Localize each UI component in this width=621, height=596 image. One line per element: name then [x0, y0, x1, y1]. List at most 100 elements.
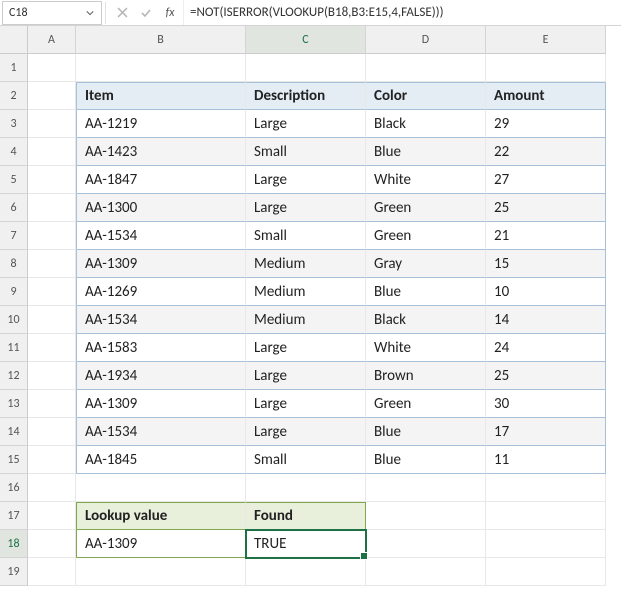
column-header[interactable]: C — [246, 26, 366, 54]
row-header[interactable]: 12 — [0, 362, 28, 390]
row-header[interactable]: 11 — [0, 334, 28, 362]
table-cell[interactable]: Gray — [366, 250, 486, 278]
cell[interactable] — [28, 530, 76, 558]
table-cell[interactable]: Green — [366, 222, 486, 250]
cell[interactable] — [28, 390, 76, 418]
column-header[interactable]: E — [486, 26, 606, 54]
table-cell[interactable]: Blue — [366, 446, 486, 474]
cell[interactable] — [486, 558, 606, 586]
table-cell[interactable]: Black — [366, 110, 486, 138]
cell[interactable] — [28, 278, 76, 306]
row-header[interactable]: 14 — [0, 418, 28, 446]
cell[interactable] — [76, 474, 246, 502]
table-cell[interactable]: 29 — [486, 110, 606, 138]
table-cell[interactable]: 15 — [486, 250, 606, 278]
cell[interactable] — [28, 362, 76, 390]
cell[interactable] — [28, 446, 76, 474]
chevron-down-icon[interactable] — [85, 8, 95, 18]
table-cell[interactable]: 21 — [486, 222, 606, 250]
table-cell[interactable]: 27 — [486, 166, 606, 194]
cell[interactable] — [76, 558, 246, 586]
cell[interactable] — [28, 166, 76, 194]
row-header[interactable]: 2 — [0, 82, 28, 110]
table-cell[interactable]: 11 — [486, 446, 606, 474]
lookup-header[interactable]: Found — [246, 502, 366, 530]
table-cell[interactable]: Medium — [246, 278, 366, 306]
cell[interactable] — [76, 54, 246, 82]
table-cell[interactable]: Green — [366, 194, 486, 222]
table-cell[interactable]: Large — [246, 390, 366, 418]
row-header[interactable]: 18 — [0, 530, 28, 558]
table-cell[interactable]: AA-1309 — [76, 250, 246, 278]
table-header[interactable]: Description — [246, 82, 366, 110]
cell[interactable] — [366, 474, 486, 502]
select-all-corner[interactable] — [0, 26, 28, 54]
table-cell[interactable]: 14 — [486, 306, 606, 334]
table-cell[interactable]: Large — [246, 194, 366, 222]
table-cell[interactable]: AA-1534 — [76, 222, 246, 250]
cell[interactable] — [366, 530, 486, 558]
cell[interactable] — [28, 138, 76, 166]
row-header[interactable]: 4 — [0, 138, 28, 166]
table-cell[interactable]: AA-1300 — [76, 194, 246, 222]
table-cell[interactable]: AA-1269 — [76, 278, 246, 306]
table-cell[interactable]: Blue — [366, 418, 486, 446]
cell[interactable] — [486, 54, 606, 82]
row-header[interactable]: 15 — [0, 446, 28, 474]
cell[interactable] — [366, 558, 486, 586]
lookup-value-cell[interactable]: AA-1309 — [76, 530, 246, 558]
table-cell[interactable]: 24 — [486, 334, 606, 362]
table-cell[interactable]: Medium — [246, 306, 366, 334]
table-cell[interactable]: Small — [246, 446, 366, 474]
row-header[interactable]: 13 — [0, 390, 28, 418]
row-header[interactable]: 1 — [0, 54, 28, 82]
confirm-icon[interactable] — [135, 2, 157, 24]
table-cell[interactable]: White — [366, 166, 486, 194]
table-cell[interactable]: AA-1219 — [76, 110, 246, 138]
column-header[interactable]: D — [366, 26, 486, 54]
table-cell[interactable]: Large — [246, 418, 366, 446]
table-cell[interactable]: Large — [246, 166, 366, 194]
table-cell[interactable]: 25 — [486, 362, 606, 390]
table-cell[interactable]: Large — [246, 110, 366, 138]
cell[interactable] — [486, 502, 606, 530]
formula-input[interactable]: =NOT(ISERROR(VLOOKUP(B18,B3:E15,4,FALSE)… — [183, 0, 621, 25]
table-cell[interactable]: Large — [246, 334, 366, 362]
table-cell[interactable]: AA-1534 — [76, 306, 246, 334]
table-cell[interactable]: Brown — [366, 362, 486, 390]
cell[interactable] — [28, 558, 76, 586]
table-cell[interactable]: Blue — [366, 278, 486, 306]
cell[interactable] — [246, 558, 366, 586]
row-header[interactable]: 3 — [0, 110, 28, 138]
row-header[interactable]: 17 — [0, 502, 28, 530]
table-cell[interactable]: Medium — [246, 250, 366, 278]
table-cell[interactable]: 25 — [486, 194, 606, 222]
column-header[interactable]: A — [28, 26, 76, 54]
cell[interactable] — [28, 54, 76, 82]
row-header[interactable]: 7 — [0, 222, 28, 250]
table-cell[interactable]: AA-1847 — [76, 166, 246, 194]
row-header[interactable]: 16 — [0, 474, 28, 502]
table-cell[interactable]: Small — [246, 222, 366, 250]
table-cell[interactable]: 10 — [486, 278, 606, 306]
fx-icon[interactable]: fx — [159, 2, 181, 24]
cell[interactable] — [28, 110, 76, 138]
table-cell[interactable]: Blue — [366, 138, 486, 166]
cancel-icon[interactable] — [111, 2, 133, 24]
row-header[interactable]: 9 — [0, 278, 28, 306]
table-header[interactable]: Amount — [486, 82, 606, 110]
cell[interactable] — [486, 474, 606, 502]
row-header[interactable]: 19 — [0, 558, 28, 586]
table-cell[interactable]: AA-1534 — [76, 418, 246, 446]
cell[interactable] — [486, 530, 606, 558]
row-header[interactable]: 8 — [0, 250, 28, 278]
cell[interactable] — [28, 82, 76, 110]
table-cell[interactable]: Green — [366, 390, 486, 418]
cell[interactable] — [28, 306, 76, 334]
name-box[interactable]: C18 — [2, 1, 102, 25]
table-cell[interactable]: White — [366, 334, 486, 362]
table-cell[interactable]: AA-1583 — [76, 334, 246, 362]
cell[interactable] — [246, 474, 366, 502]
cell[interactable] — [246, 54, 366, 82]
cell[interactable] — [28, 194, 76, 222]
